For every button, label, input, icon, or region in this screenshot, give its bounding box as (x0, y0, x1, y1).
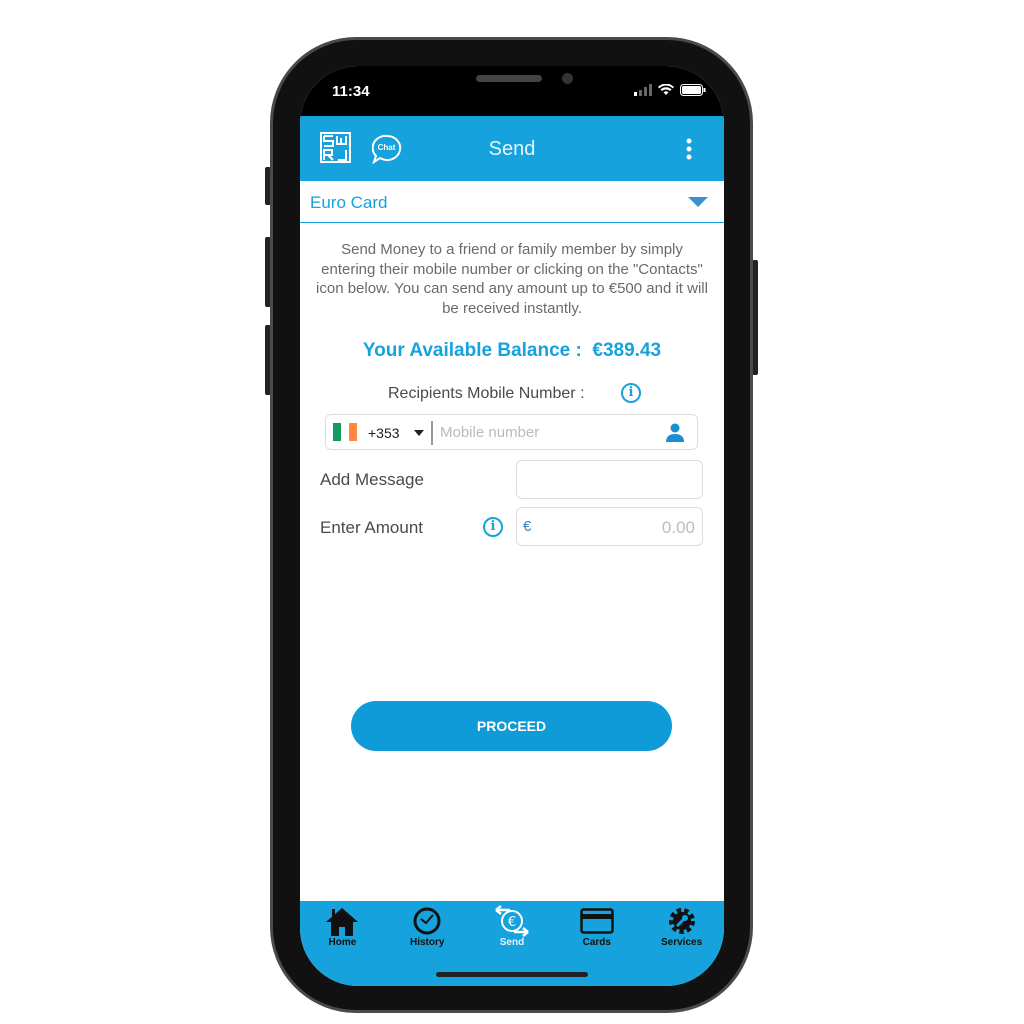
ireland-flag-icon[interactable] (333, 423, 357, 441)
contacts-icon[interactable] (665, 422, 685, 442)
status-time: 11:34 (332, 83, 370, 100)
more-vertical-icon[interactable] (684, 138, 694, 160)
home-indicator[interactable] (436, 972, 588, 977)
mobile-number-field[interactable]: +353 Mobile number (325, 414, 698, 450)
notch (390, 66, 634, 100)
card-dropdown-value: Euro Card (310, 193, 388, 212)
status-icons (634, 84, 706, 96)
tab-label: History (409, 937, 445, 948)
battery-icon (680, 84, 706, 96)
add-message-label: Add Message (320, 470, 424, 489)
screen: 11:34 Chat Send Euro Card Send Money to … (300, 66, 724, 986)
home-icon (326, 907, 359, 936)
balance-value: €389.43 (592, 340, 662, 361)
mobile-number-input[interactable]: Mobile number (440, 424, 539, 441)
app-header: Chat Send (300, 116, 724, 181)
card-dropdown[interactable]: Euro Card (300, 181, 724, 223)
divider (431, 421, 433, 445)
caret-down-icon[interactable] (414, 430, 424, 436)
available-balance: Your Available Balance : €389.43 (300, 340, 724, 362)
amount-input[interactable]: € 0.00 (516, 507, 703, 546)
info-icon[interactable]: i (621, 383, 641, 403)
info-icon[interactable]: i (483, 517, 503, 537)
recipient-label: Recipients Mobile Number : (388, 385, 585, 402)
wifi-icon (658, 84, 674, 95)
proceed-button[interactable]: PROCEED (351, 701, 672, 751)
currency-symbol: € (523, 518, 532, 535)
balance-label: Your Available Balance : (362, 340, 582, 361)
instructions-text: Send Money to a friend or family member … (316, 241, 708, 317)
clock-icon (413, 907, 441, 934)
gear-wrench-icon (668, 907, 695, 934)
svg-text:€: € (508, 915, 516, 930)
page-title: Send (488, 138, 536, 160)
card-icon (580, 907, 614, 934)
chevron-down-icon (688, 197, 708, 207)
euro-exchange-icon: € (495, 904, 529, 937)
tab-label: Services (661, 937, 703, 948)
tab-label: Cards (582, 937, 611, 948)
amount-placeholder: 0.00 (661, 518, 695, 537)
signal-icon (634, 84, 652, 96)
tab-services[interactable]: Services (639, 901, 724, 986)
enter-amount-label: Enter Amount (320, 518, 424, 537)
tab-home[interactable]: Home (300, 901, 385, 986)
country-code[interactable]: +353 (368, 425, 400, 441)
tab-label: Home (328, 937, 357, 948)
message-input[interactable] (516, 460, 703, 499)
tab-label: Send (499, 937, 525, 948)
